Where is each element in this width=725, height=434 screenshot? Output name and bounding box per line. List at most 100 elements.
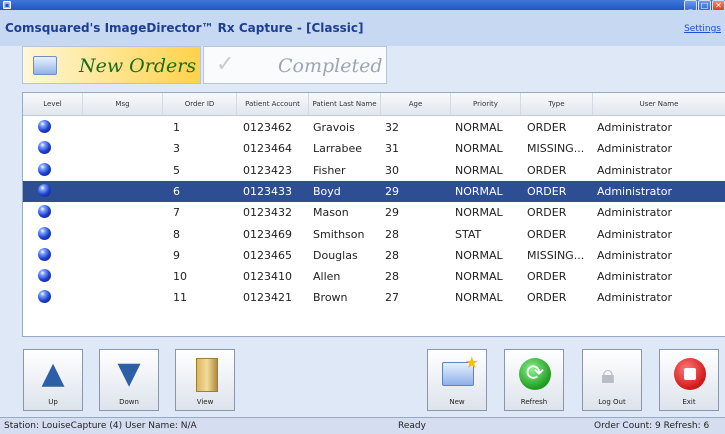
cell-age: 32 <box>385 121 399 134</box>
cell-priority: NORMAL <box>455 206 503 220</box>
cell-priority: NORMAL <box>455 291 503 305</box>
lock-icon: 🔒︎ <box>601 360 615 390</box>
down-button-label: Down <box>119 398 139 406</box>
orders-table: Level Msg Order ID Patient Account Patie… <box>22 92 725 337</box>
cell-type: ORDER <box>527 227 567 241</box>
cell-last-name: Smithson <box>313 227 365 241</box>
cell-age: 28 <box>385 248 399 262</box>
cell-type: MISSING... <box>527 142 585 156</box>
app-header: Comsquared's ImageDirector™ Rx Capture -… <box>0 10 725 46</box>
status-ready: Ready <box>398 421 426 431</box>
table-row[interactable]: 9 0123465 Douglas 28 NORMAL MISSING... Adminis… <box>23 245 725 266</box>
header-msg[interactable]: Msg <box>83 93 163 115</box>
refresh-button[interactable]: ⟳ Refresh <box>504 349 564 411</box>
header-level[interactable]: Level <box>23 93 83 115</box>
up-button[interactable]: ▲ Up <box>23 349 83 411</box>
cell-order-id: 7 <box>173 206 180 220</box>
cell-age: 27 <box>385 291 399 305</box>
cell-age: 31 <box>385 142 399 156</box>
status-station: Station: LouiseCapture (4) User Name: N/… <box>4 421 197 431</box>
cell-order-id: 1 <box>173 121 180 134</box>
cell-account: 0123462 <box>243 121 292 134</box>
cell-last-name: Gravois <box>313 121 355 134</box>
header-order-id[interactable]: Order ID <box>163 93 237 115</box>
header-priority[interactable]: Priority <box>451 93 521 115</box>
view-button-label: View <box>196 398 214 406</box>
cell-account: 0123432 <box>243 206 292 220</box>
table-row[interactable]: 3 0123464 Larrabee 31 NORMAL MISSING... Admini… <box>23 138 725 159</box>
blue-ball-icon <box>38 205 51 219</box>
cell-type: ORDER <box>527 291 567 305</box>
cell-user: Administrator <box>597 206 672 220</box>
cell-priority: NORMAL <box>455 270 503 284</box>
cell-user: Administrator <box>597 270 672 284</box>
header-patient-account[interactable]: Patient Account <box>237 93 309 115</box>
header-patient-last-name[interactable]: Patient Last Name <box>309 93 381 115</box>
tab-new-orders-label: New Orders <box>79 55 197 77</box>
cell-last-name: Douglas <box>313 248 358 262</box>
table-row[interactable]: 8 0123469 Smithson 28 STAT ORDER Administrator <box>23 224 725 245</box>
cell-order-id: 6 <box>173 184 180 198</box>
bottom-toolbar: ▲ Up ▼ Down View New ⟳ Refresh 🔒︎ Log Ou… <box>22 341 725 414</box>
cell-order-id: 8 <box>173 227 180 241</box>
window-controls: _ □ ✕ <box>683 0 725 11</box>
cell-last-name: Larrabee <box>313 142 362 156</box>
table-row[interactable]: 1 0123462 Gravois 32 NORMAL ORDER Administrato… <box>23 117 725 138</box>
cell-last-name: Boyd <box>313 184 341 198</box>
cell-last-name: Brown <box>313 291 348 305</box>
blue-ball-icon <box>38 269 51 283</box>
cell-order-id: 9 <box>173 248 180 262</box>
blue-ball-icon <box>38 120 51 133</box>
cell-type: ORDER <box>527 270 567 284</box>
table-row[interactable]: 10 0123410 Allen 28 NORMAL ORDER Administrator <box>23 266 725 287</box>
header-type[interactable]: Type <box>521 93 593 115</box>
completed-check-icon: ✓ <box>216 52 235 77</box>
refresh-button-label: Refresh <box>520 398 548 406</box>
app-icon: ▣ <box>3 1 11 9</box>
cell-age: 29 <box>385 206 399 220</box>
cell-type: ORDER <box>527 184 567 198</box>
down-arrow-icon: ▼ <box>117 356 141 391</box>
cell-account: 0123465 <box>243 248 292 262</box>
cell-account: 0123410 <box>243 270 292 284</box>
cell-priority: NORMAL <box>455 184 503 198</box>
table-row[interactable]: 6 0123433 Boyd 29 NORMAL ORDER Administrator <box>23 180 725 202</box>
cell-user: Administrator <box>597 121 672 134</box>
cell-user: Administrator <box>597 227 672 241</box>
settings-link[interactable]: Settings <box>684 24 721 34</box>
new-button[interactable]: New <box>427 349 487 411</box>
table-row[interactable]: 7 0123432 Mason 29 NORMAL ORDER Administrator <box>23 202 725 223</box>
header-age[interactable]: Age <box>381 93 451 115</box>
table-row[interactable]: 11 0123421 Brown 27 NORMAL ORDER Administrator <box>23 287 725 308</box>
refresh-icon: ⟳ <box>519 358 551 390</box>
tab-completed-label: Completed <box>278 55 383 77</box>
cell-account: 0123423 <box>243 163 292 177</box>
exit-button[interactable]: Exit <box>659 349 719 411</box>
cell-type: ORDER <box>527 206 567 220</box>
down-button[interactable]: ▼ Down <box>99 349 159 411</box>
cell-order-id: 10 <box>173 270 187 284</box>
tab-completed[interactable]: ✓ Completed <box>203 46 387 84</box>
table-header: Level Msg Order ID Patient Account Patie… <box>23 93 725 116</box>
cell-type: MISSING... <box>527 248 585 262</box>
cell-last-name: Fisher <box>313 163 346 177</box>
cell-account: 0123469 <box>243 227 292 241</box>
logout-button-label: Log Out <box>598 398 626 406</box>
cell-user: Administrator <box>597 248 672 262</box>
cell-age: 28 <box>385 270 399 284</box>
cell-priority: NORMAL <box>455 163 503 177</box>
logout-button[interactable]: 🔒︎ Log Out <box>582 349 642 411</box>
table-row[interactable]: 5 0123423 Fisher 30 NORMAL ORDER Administrator <box>23 160 725 181</box>
blue-ball-icon <box>38 247 51 261</box>
blue-ball-icon <box>38 226 51 240</box>
blue-ball-icon <box>38 141 51 155</box>
folder-icon <box>196 358 218 392</box>
new-button-label: New <box>449 398 465 406</box>
cell-order-id: 11 <box>173 291 187 305</box>
exit-button-label: Exit <box>682 398 696 406</box>
view-button[interactable]: View <box>175 349 235 411</box>
header-user-name[interactable]: User Name <box>593 93 725 115</box>
cell-type: ORDER <box>527 121 567 134</box>
tab-new-orders[interactable]: New Orders <box>22 46 201 84</box>
cell-age: 30 <box>385 163 399 177</box>
